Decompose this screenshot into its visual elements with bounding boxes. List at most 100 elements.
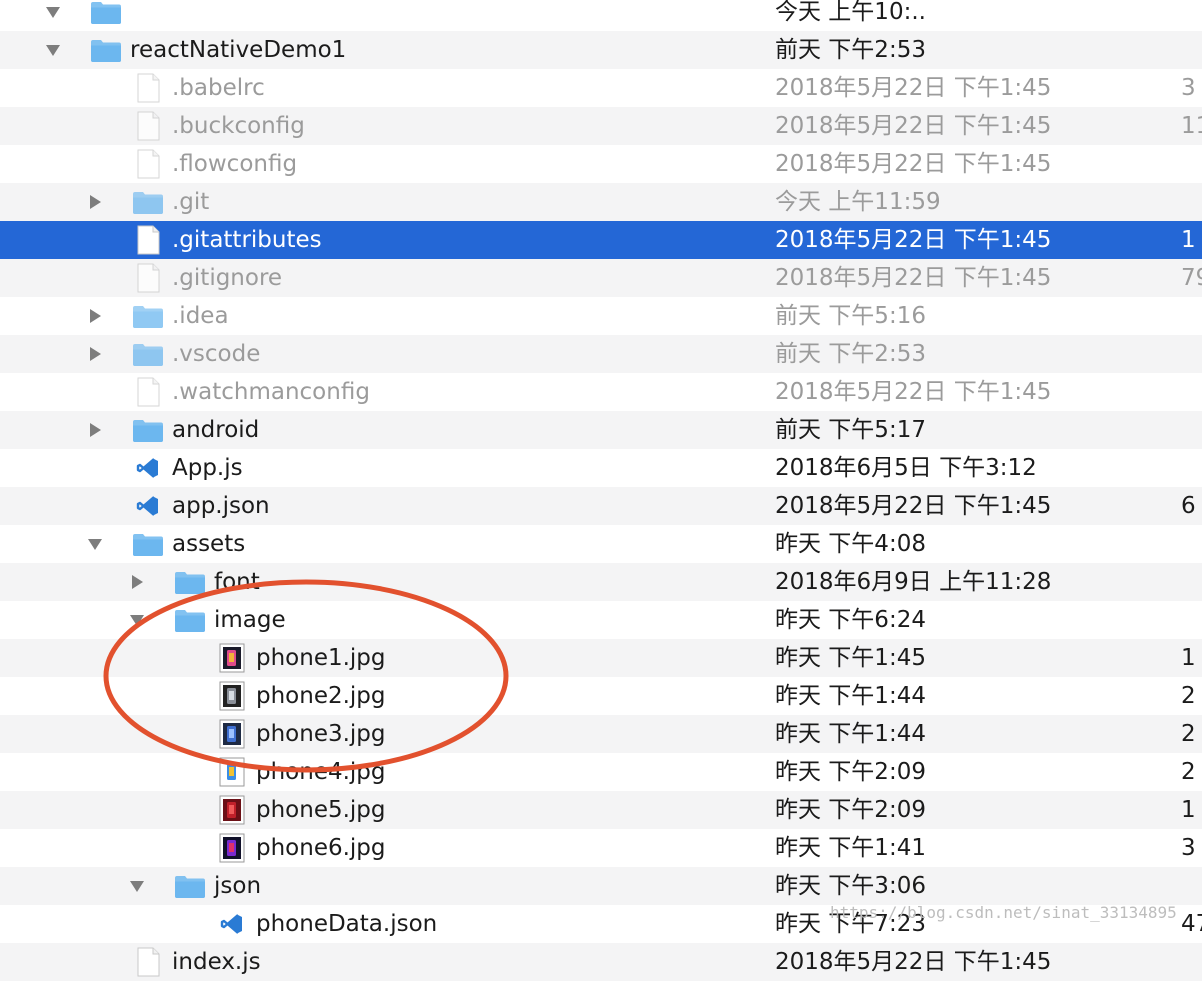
file-row-gitattributes[interactable]: .gitattributes 2018年5月22日 下午1:45 1: [0, 221, 1202, 259]
file-name: phone4.jpg: [256, 759, 386, 785]
file-size: 3: [1181, 835, 1196, 861]
folder-icon: [174, 605, 206, 635]
file-row-babelrc[interactable]: .babelrc 2018年5月22日 下午1:45 3: [0, 69, 1202, 107]
date-modified: 昨天 下午1:45: [775, 645, 926, 671]
date-modified: 2018年5月22日 下午1:45: [775, 227, 1052, 253]
file-row-buckconfig[interactable]: .buckconfig 2018年5月22日 下午1:45 11: [0, 107, 1202, 145]
document-file-icon: [132, 263, 164, 293]
disclosure-triangle-expanded-icon[interactable]: [126, 867, 148, 905]
file-row-flowconfig[interactable]: .flowconfig 2018年5月22日 下午1:45: [0, 145, 1202, 183]
file-row-json[interactable]: json 昨天 下午3:06: [0, 867, 1202, 905]
folder-icon: [90, 35, 122, 65]
file-row-font[interactable]: font 2018年6月9日 上午11:28: [0, 563, 1202, 601]
date-modified: 昨天 下午4:08: [775, 531, 926, 557]
document-file-icon: [132, 111, 164, 141]
disclosure-triangle-collapsed-icon[interactable]: [84, 411, 106, 449]
file-row-vscode[interactable]: .vscode 前天 下午2:53: [0, 335, 1202, 373]
file-size: 2: [1181, 683, 1196, 709]
date-modified: 2018年5月22日 下午1:45: [775, 151, 1052, 177]
image-thumbnail-icon: [216, 833, 248, 863]
date-modified: 2018年5月22日 下午1:45: [775, 75, 1052, 101]
watermark: https://blog.csdn.net/sinat_33134895: [830, 903, 1177, 922]
date-modified: 2018年5月22日 下午1:45: [775, 379, 1052, 405]
image-thumbnail-icon: [216, 719, 248, 749]
disclosure-triangle-expanded-icon[interactable]: [42, 31, 64, 69]
date-modified: 2018年5月22日 下午1:45: [775, 949, 1052, 975]
image-thumbnail-icon: [216, 795, 248, 825]
date-modified: 昨天 下午3:06: [775, 873, 926, 899]
file-row-app-json[interactable]: app.json 2018年5月22日 下午1:45 6: [0, 487, 1202, 525]
file-row-gitignore[interactable]: .gitignore 2018年5月22日 下午1:45 79: [0, 259, 1202, 297]
file-name: app.json: [172, 493, 270, 519]
file-size: 79: [1181, 265, 1202, 291]
file-name: phoneData.json: [256, 911, 438, 937]
vscode-file-icon: [132, 453, 164, 483]
file-size: 1: [1181, 645, 1196, 671]
disclosure-triangle-collapsed-icon[interactable]: [84, 335, 106, 373]
file-size: 3: [1181, 75, 1196, 101]
file-name: phone5.jpg: [256, 797, 386, 823]
document-file-icon: [132, 377, 164, 407]
file-size: 47: [1181, 911, 1202, 937]
file-row-phone2-jpg[interactable]: phone2.jpg 昨天 下午1:44 2: [0, 677, 1202, 715]
file-name: .vscode: [172, 341, 261, 367]
disclosure-triangle-collapsed-icon[interactable]: [126, 563, 148, 601]
file-name: phone6.jpg: [256, 835, 386, 861]
file-name: .gitignore: [172, 265, 283, 291]
date-modified: 昨天 下午2:09: [775, 759, 926, 785]
file-row-phone5-jpg[interactable]: phone5.jpg 昨天 下午2:09 1: [0, 791, 1202, 829]
document-file-icon: [132, 73, 164, 103]
file-name: index.js: [172, 949, 261, 975]
disclosure-triangle-expanded-icon[interactable]: [126, 601, 148, 639]
file-name: image: [214, 607, 286, 633]
date-modified: 2018年5月22日 下午1:45: [775, 265, 1052, 291]
file-name: .buckconfig: [172, 113, 305, 139]
file-name: assets: [172, 531, 246, 557]
file-name: json: [214, 873, 262, 899]
image-thumbnail-icon: [216, 681, 248, 711]
disclosure-triangle-collapsed-icon[interactable]: [84, 183, 106, 221]
date-modified: 今天 上午11:59: [775, 189, 941, 215]
folder-icon: [90, 0, 122, 27]
file-row-app-js[interactable]: App.js 2018年6月5日 下午3:12: [0, 449, 1202, 487]
file-name: android: [172, 417, 260, 443]
file-name: .babelrc: [172, 75, 265, 101]
date-modified: 前天 下午5:16: [775, 303, 926, 329]
file-row-git[interactable]: .git 今天 上午11:59: [0, 183, 1202, 221]
file-row-phone4-jpg[interactable]: phone4.jpg 昨天 下午2:09 2: [0, 753, 1202, 791]
file-row-phone3-jpg[interactable]: phone3.jpg 昨天 下午1:44 2: [0, 715, 1202, 753]
file-row-reactnativedemo1[interactable]: reactNativeDemo1 前天 下午2:53: [0, 31, 1202, 69]
disclosure-triangle-expanded-icon[interactable]: [84, 525, 106, 563]
file-name: reactNativeDemo1: [130, 37, 347, 63]
file-row-android[interactable]: android 前天 下午5:17: [0, 411, 1202, 449]
file-name: App.js: [172, 455, 243, 481]
file-size: 1: [1181, 227, 1196, 253]
file-row-item[interactable]: 今天 上午10:..: [0, 0, 1202, 31]
file-name: phone1.jpg: [256, 645, 386, 671]
file-size: 2: [1181, 721, 1196, 747]
date-modified: 前天 下午5:17: [775, 417, 926, 443]
date-modified: 昨天 下午2:09: [775, 797, 926, 823]
file-name: font: [214, 569, 260, 595]
file-name: .gitattributes: [172, 227, 322, 253]
date-modified: 昨天 下午1:41: [775, 835, 926, 861]
folder-icon: [132, 339, 164, 369]
disclosure-triangle-expanded-icon[interactable]: [42, 0, 64, 31]
date-modified: 2018年5月22日 下午1:45: [775, 113, 1052, 139]
date-modified: 2018年6月9日 上午11:28: [775, 569, 1052, 595]
file-name: .git: [172, 189, 210, 215]
file-row-phone1-jpg[interactable]: phone1.jpg 昨天 下午1:45 1: [0, 639, 1202, 677]
file-name: .idea: [172, 303, 229, 329]
disclosure-triangle-collapsed-icon[interactable]: [84, 297, 106, 335]
file-row-phone6-jpg[interactable]: phone6.jpg 昨天 下午1:41 3: [0, 829, 1202, 867]
date-modified: 昨天 下午1:44: [775, 721, 926, 747]
file-size: 11: [1181, 113, 1202, 139]
document-file-icon: [132, 947, 164, 977]
file-row-watchmanconfig[interactable]: .watchmanconfig 2018年5月22日 下午1:45: [0, 373, 1202, 411]
file-row-index-js[interactable]: index.js 2018年5月22日 下午1:45: [0, 943, 1202, 981]
folder-icon: [132, 187, 164, 217]
date-modified: 前天 下午2:53: [775, 341, 926, 367]
file-row-assets[interactable]: assets 昨天 下午4:08: [0, 525, 1202, 563]
file-row-idea[interactable]: .idea 前天 下午5:16: [0, 297, 1202, 335]
file-row-image[interactable]: image 昨天 下午6:24: [0, 601, 1202, 639]
